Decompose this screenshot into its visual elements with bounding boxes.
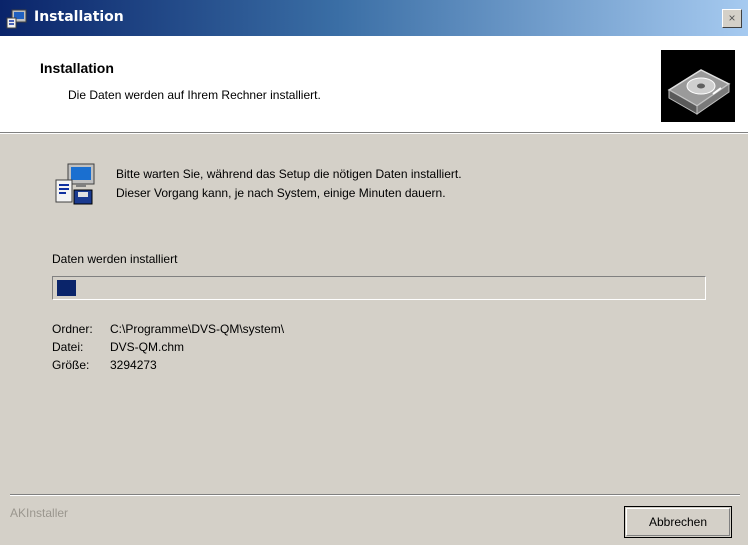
file-value: DVS-QM.chm [110, 340, 185, 354]
folder-label: Ordner: [52, 322, 93, 336]
brand-label: AKInstaller [10, 506, 69, 520]
info-message: Bitte warten Sie, während das Setup die … [116, 165, 462, 203]
title-bar[interactable]: Installation × [0, 0, 748, 36]
progress-label: Daten werden installiert [52, 252, 178, 266]
footer-divider [10, 494, 740, 496]
progress-bar [52, 276, 706, 300]
header-subtitle: Die Daten werden auf Ihrem Rechner insta… [68, 88, 321, 102]
cancel-button-label: Abbrechen [626, 508, 730, 536]
info-line-1: Bitte warten Sie, während das Setup die … [116, 167, 462, 181]
window-title: Installation [34, 9, 124, 25]
size-value: 3294273 [110, 358, 157, 372]
installer-icon [6, 9, 27, 29]
progress-fill [57, 280, 76, 296]
size-label: Größe: [52, 358, 90, 372]
close-icon: × [728, 11, 736, 25]
info-line-2: Dieser Vorgang kann, je nach System, ein… [116, 186, 446, 200]
file-row: Datei: DVS-QM.chm [52, 338, 284, 356]
folder-row: Ordner: C:\Programme\DVS-QM\system\ [52, 320, 284, 338]
folder-value: C:\Programme\DVS-QM\system\ [110, 322, 285, 336]
size-row: Größe: 3294273 [52, 356, 284, 374]
header-separator [0, 133, 748, 134]
setup-computer-icon [55, 163, 95, 205]
harddisk-icon [661, 50, 735, 122]
cancel-button[interactable]: Abbrechen [624, 506, 732, 538]
file-details: Ordner: C:\Programme\DVS-QM\system\ Datei… [52, 320, 284, 374]
close-button[interactable]: × [722, 9, 742, 28]
header-panel: Installation Die Daten werden auf Ihrem … [0, 36, 748, 133]
header-title: Installation [40, 60, 114, 76]
file-label: Datei: [52, 340, 84, 354]
installer-window: Installation × Installation Die Daten we… [0, 0, 748, 545]
